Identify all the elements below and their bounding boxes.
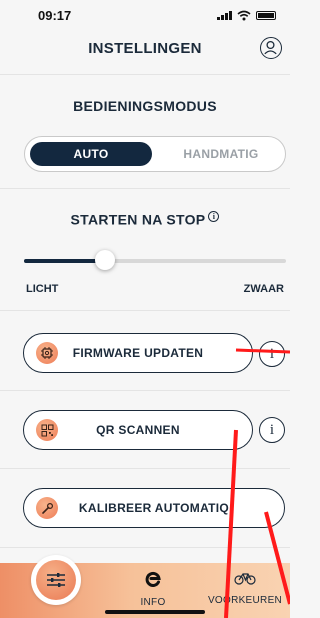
e-logo-icon: [145, 571, 161, 587]
divider: [0, 74, 290, 75]
calibrate-automatiq-button[interactable]: KALIBREER AUTOMATIQ: [23, 488, 285, 528]
info-icon: i: [269, 421, 275, 438]
slider-thumb[interactable]: [95, 250, 116, 270]
mode-auto-option[interactable]: AUTO: [30, 142, 152, 166]
qr-scan-button[interactable]: QR SCANNEN: [23, 410, 253, 450]
calibrate-automatiq-label: KALIBREER AUTOMATIQ: [78, 501, 230, 515]
cellular-signal-icon: [217, 10, 232, 20]
start-strength-slider[interactable]: [24, 250, 286, 270]
status-bar: 09:17: [0, 0, 290, 30]
battery-icon: [256, 10, 276, 20]
firmware-update-button[interactable]: FIRMWARE UPDATEN: [23, 333, 253, 373]
chip-gear-icon: [36, 342, 58, 364]
start-after-stop-title: STARTEN NA STOP: [70, 211, 206, 228]
person-circle-icon: [264, 40, 277, 55]
qr-info-button[interactable]: i: [259, 417, 285, 443]
firmware-info-button[interactable]: i: [259, 341, 285, 367]
status-time: 09:17: [38, 7, 72, 23]
header: INSTELLINGEN: [0, 28, 290, 68]
divider: [0, 468, 290, 469]
qr-scan-label: QR SCANNEN: [96, 423, 180, 437]
slider-max-label: ZWAAR: [243, 283, 284, 295]
firmware-update-label: FIRMWARE UPDATEN: [72, 346, 204, 360]
slider-min-label: LICHT: [26, 283, 59, 295]
tab-settings[interactable]: [31, 555, 81, 605]
slider-fill: [24, 259, 106, 263]
divider: [0, 547, 290, 548]
bicycle-icon: [234, 573, 256, 585]
info-icon: i: [269, 345, 275, 362]
page-title: INSTELLINGEN: [88, 39, 202, 57]
wifi-icon: [237, 10, 251, 20]
status-icons: [217, 10, 276, 21]
tab-preferences[interactable]: VOORKEUREN: [200, 571, 290, 606]
profile-button[interactable]: [260, 37, 282, 59]
home-indicator: [105, 610, 205, 614]
tab-preferences-label: VOORKEUREN: [207, 595, 283, 606]
qr-code-icon: [36, 419, 58, 441]
start-after-stop-heading: STARTEN NA STOP i: [0, 211, 290, 228]
info-icon[interactable]: i: [208, 211, 220, 222]
mode-manual-option[interactable]: HANDMATIG: [160, 142, 282, 166]
operating-mode-toggle: AUTO HANDMATIG: [24, 136, 286, 172]
operating-mode-title: BEDIENINGSMODUS: [73, 98, 217, 114]
sliders-icon: [47, 573, 65, 587]
wrench-icon: [36, 497, 58, 519]
divider: [0, 188, 290, 189]
tab-info[interactable]: INFO: [108, 571, 198, 608]
tab-info-label: INFO: [140, 597, 166, 608]
divider: [0, 310, 290, 311]
divider: [0, 390, 290, 391]
